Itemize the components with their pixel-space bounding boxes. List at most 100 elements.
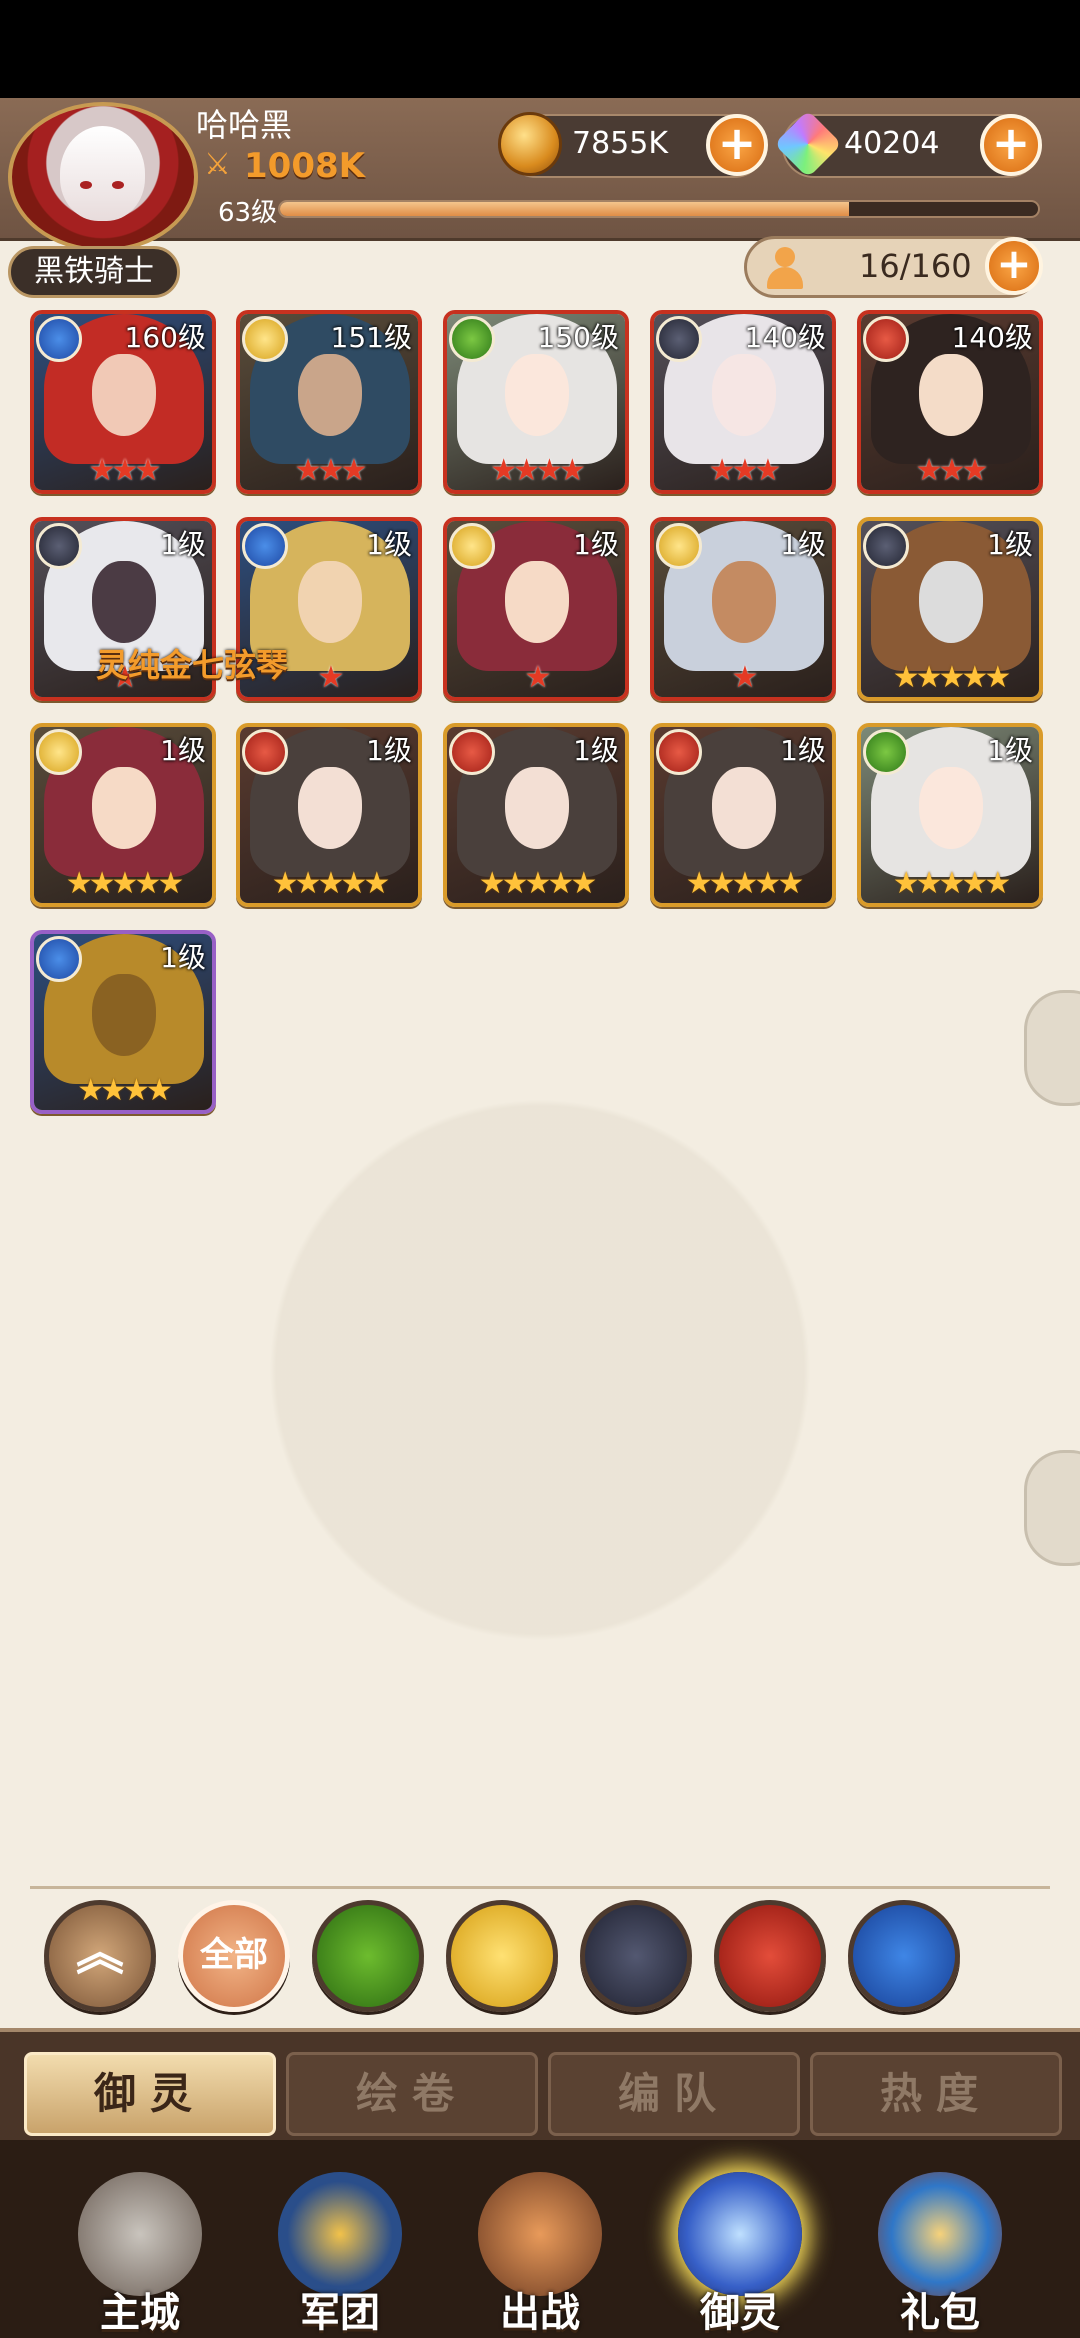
- dark-element-icon: [863, 523, 909, 569]
- light-element-icon: [242, 316, 288, 362]
- dark-element-icon: [36, 523, 82, 569]
- hero-card[interactable]: 1级 ★★★★★: [236, 723, 422, 907]
- player-avatar[interactable]: [8, 102, 198, 252]
- nav-label: 出战: [500, 2290, 580, 2336]
- equipped-item-label: 灵纯金七弦琴: [96, 646, 289, 684]
- star-rating: ★★★★★: [65, 866, 184, 901]
- crystal-icon: [678, 2172, 802, 2296]
- expand-roster-button[interactable]: +: [985, 237, 1043, 295]
- nav-spirits[interactable]: 御灵: [660, 2162, 820, 2338]
- hero-face: [505, 354, 569, 436]
- hero-face: [92, 974, 156, 1056]
- hero-level: 1级: [160, 734, 206, 767]
- hero-card[interactable]: 1级 ★: [443, 517, 629, 701]
- hero-face: [712, 354, 776, 436]
- side-chat-button[interactable]: [1024, 1450, 1080, 1566]
- star-rating: ★★★: [915, 453, 989, 488]
- hero-face: [298, 561, 362, 643]
- hero-face: [92, 354, 156, 436]
- star-rating: ★: [524, 660, 552, 695]
- tab-gallery[interactable]: 绘卷: [286, 2052, 538, 2136]
- hero-card[interactable]: 160级 ★★★: [30, 310, 216, 494]
- hero-card[interactable]: 1级 ★★★★★: [857, 517, 1043, 701]
- side-arrow-button[interactable]: [1024, 990, 1080, 1106]
- light-element-icon: [36, 729, 82, 775]
- hero-face: [919, 354, 983, 436]
- player-name: 哈哈黑: [196, 106, 293, 144]
- fire-element-icon: [242, 729, 288, 775]
- nav-legion[interactable]: 军团: [260, 2162, 420, 2338]
- hero-face: [919, 767, 983, 849]
- tab-popularity[interactable]: 热度: [810, 2052, 1062, 2136]
- hero-card[interactable]: 1级 ★★★★★: [857, 723, 1043, 907]
- hero-card[interactable]: 1级 ★★★★★: [30, 723, 216, 907]
- roster-capacity: 16/160 +: [744, 236, 1043, 298]
- hero-face: [92, 767, 156, 849]
- tab-spirits[interactable]: 御灵: [24, 2052, 276, 2136]
- avatar-eye: [80, 181, 92, 189]
- dark-element-icon: [656, 316, 702, 362]
- hero-face: [92, 561, 156, 643]
- star-rating: ★★★★★: [478, 866, 597, 901]
- hero-level: 1级: [573, 528, 619, 561]
- light-element-icon[interactable]: [446, 1900, 558, 2012]
- nav-main-city[interactable]: 主城: [60, 2162, 220, 2338]
- nature-element-icon: [863, 729, 909, 775]
- gem-currency: 40204 +: [774, 110, 1042, 178]
- hero-level: 1级: [780, 734, 826, 767]
- hero-card[interactable]: 1级 ★: [650, 517, 836, 701]
- nav-label: 军团: [300, 2290, 380, 2336]
- hero-card[interactable]: 140级 ★★★: [857, 310, 1043, 494]
- avatar-eye: [112, 181, 124, 189]
- hero-face: [298, 354, 362, 436]
- background-emblem: [120, 960, 960, 1780]
- hero-face: [298, 767, 362, 849]
- star-rating: ★★★: [88, 453, 162, 488]
- gift-shop-icon: [878, 2172, 1002, 2296]
- gold-currency: 7855K +: [498, 112, 768, 178]
- water-element-icon[interactable]: [848, 1900, 960, 2012]
- add-gems-button[interactable]: +: [980, 114, 1042, 176]
- hero-level: 150级: [537, 321, 619, 354]
- hero-level: 1级: [987, 528, 1033, 561]
- filter-all-button[interactable]: 全部: [178, 1900, 290, 2012]
- roster-count: 16/160: [859, 247, 972, 285]
- hero-card[interactable]: 1级 ★★★★★: [443, 723, 629, 907]
- castle-icon: [78, 2172, 202, 2296]
- dark-element-icon[interactable]: [580, 1900, 692, 2012]
- fire-element-icon: [656, 729, 702, 775]
- hero-card[interactable]: 1级 ★★★★: [30, 930, 216, 1114]
- hero-level: 1级: [780, 528, 826, 561]
- hero-card[interactable]: 140级 ★★★: [650, 310, 836, 494]
- nav-battle[interactable]: 出战: [460, 2162, 620, 2338]
- hero-face: [712, 767, 776, 849]
- hero-level: 1级: [366, 528, 412, 561]
- avatar-face: [60, 126, 145, 221]
- nav-gift[interactable]: 礼包: [860, 2162, 1020, 2338]
- collapse-icon[interactable]: ︽: [44, 1900, 156, 2012]
- hero-level: 151级: [330, 321, 412, 354]
- xp-bar-fill: [280, 202, 849, 216]
- hero-face: [712, 561, 776, 643]
- hero-card[interactable]: 151级 ★★★: [236, 310, 422, 494]
- hero-face: [505, 561, 569, 643]
- star-rating: ★: [731, 660, 759, 695]
- filter-divider: [30, 1886, 1050, 1889]
- hero-card[interactable]: 1级 ★★★★★: [650, 723, 836, 907]
- gem-amount: 40204: [844, 126, 940, 161]
- nav-label: 御灵: [700, 2290, 780, 2336]
- gold-coin-icon: [498, 112, 562, 176]
- light-element-icon: [656, 523, 702, 569]
- nav-label: 主城: [100, 2290, 180, 2336]
- add-gold-button[interactable]: +: [706, 114, 768, 176]
- tab-formation[interactable]: 编队: [548, 2052, 800, 2136]
- hero-face: [505, 767, 569, 849]
- hero-card[interactable]: 150级 ★★★★: [443, 310, 629, 494]
- hero-level: 140级: [951, 321, 1033, 354]
- star-rating: ★★★: [708, 453, 782, 488]
- nature-element-icon[interactable]: [312, 1900, 424, 2012]
- legion-shield-icon: [278, 2172, 402, 2296]
- hero-level: 1级: [160, 528, 206, 561]
- star-rating: ★★★: [294, 453, 368, 488]
- fire-element-icon[interactable]: [714, 1900, 826, 2012]
